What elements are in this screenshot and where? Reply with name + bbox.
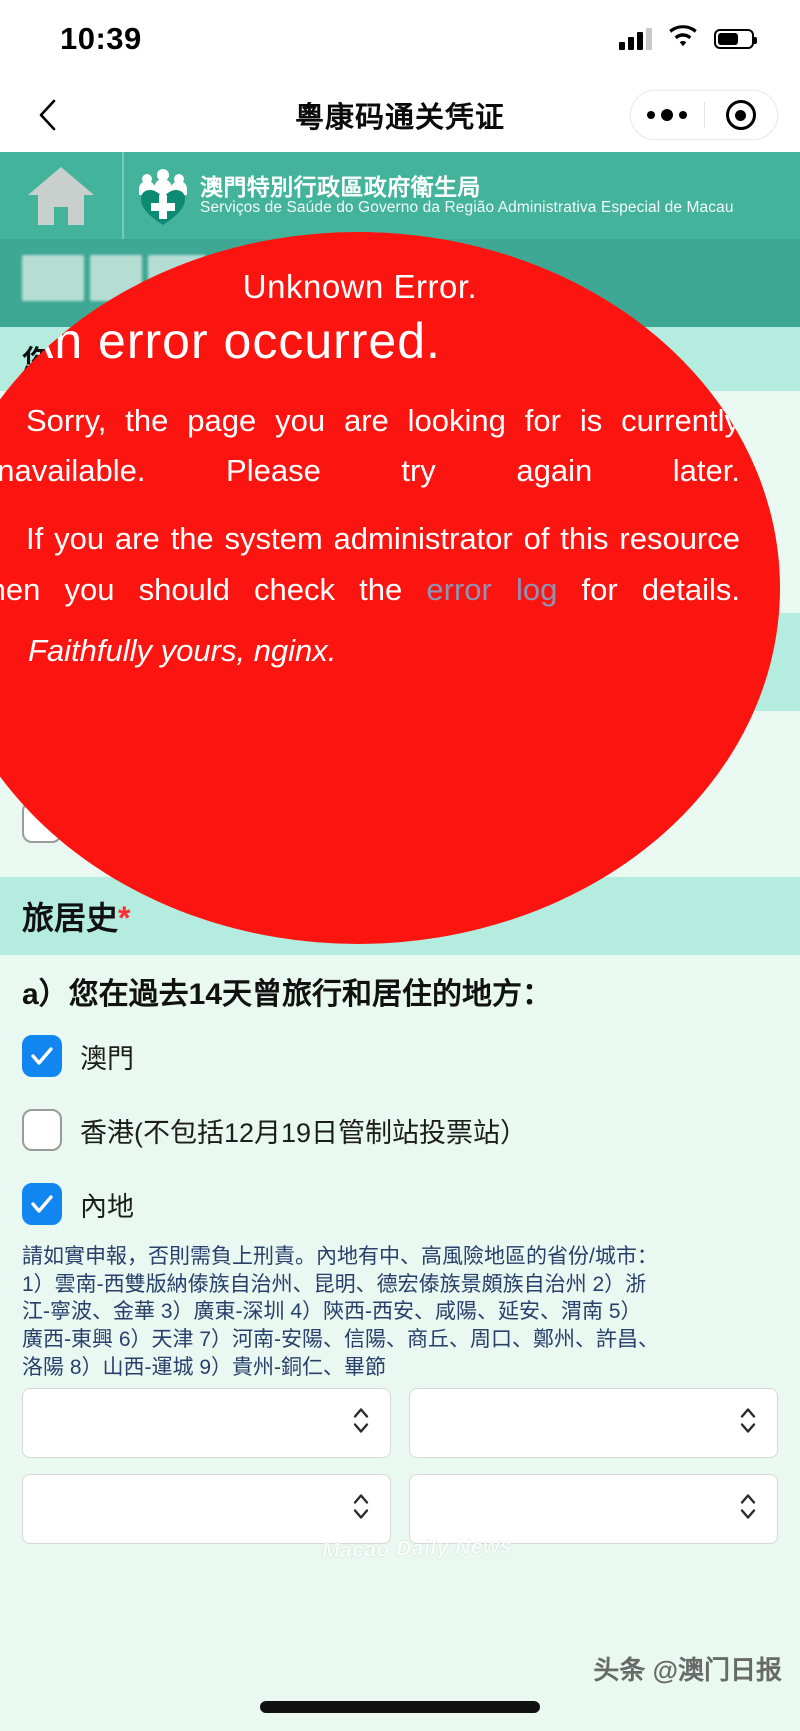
declaration-text: 請如實申報，否則需負上刑責。內地有中、高風險地區的省份/城市： 1）雲南-西雙版… [0,1241,800,1382]
declaration-line-3: 廣西-東興 6）天津 7）河南-安陽、信陽、商丘、周口、鄭州、許昌、 [22,1328,660,1352]
home-icon[interactable] [0,152,122,239]
brand-name-zh: 澳門特別行政區政府衛生局 [200,173,481,200]
city-select-2[interactable] [409,1473,778,1544]
brand-name-pt: Serviços de Saúde do Governo da Região A… [200,198,734,216]
mini-program-capsule [630,90,778,140]
brand-band: 澳門特別行政區政府衛生局 Serviços de Saúde do Govern… [0,152,800,239]
checkbox-checked-icon[interactable] [22,1183,62,1225]
chevron-updown-icon [739,1490,757,1527]
declaration-line-0: 請如實申報，否則需負上刑責。內地有中、高風險地區的省份/城市： [22,1245,658,1268]
status-time: 10:39 [60,21,142,56]
travel-option-macau-label: 澳門 [80,1043,134,1074]
status-icons [619,25,757,53]
phone-screen: 10:39 粵康码通关凭证 澳門特別行政區政府衛生局 Serviços de S… [0,0,800,1731]
nav-bar: 粵康码通关凭证 [0,78,800,152]
province-select-1[interactable] [22,1387,391,1458]
error-paragraph-1: Sorry, the page you are looking for is c… [0,403,740,489]
error-paragraph-2-tail: for details. [557,571,740,607]
health-bureau-shield-icon [132,167,194,225]
watermark-footer: 头条 @澳门日报 [593,1655,782,1685]
travel-option-macau[interactable]: 澳門 [0,1019,800,1093]
travel-option-mainland[interactable]: 內地 [0,1167,800,1241]
brand-divider [122,152,124,239]
home-indicator[interactable] [260,1701,540,1713]
travel-history-title: 旅居史 [22,900,119,936]
checkbox-unchecked-icon[interactable] [22,1109,62,1151]
chevron-updown-icon [352,1404,370,1441]
checkbox-checked-icon[interactable] [22,1035,62,1077]
travel-option-hongkong[interactable]: 香港(不包括12月19日管制站投票站） [0,1093,800,1167]
error-log-link[interactable]: error log [426,572,557,607]
declaration-line-2: 江-寧波、金華 3）廣東-深圳 4）陝西-西安、咸陽、延安、渭南 5） [22,1300,642,1324]
travel-subquestion: a）您在過去14天曾旅行和居住的地方： [22,978,553,1011]
chevron-updown-icon [739,1404,757,1441]
battery-icon [714,29,757,49]
city-select-1[interactable] [409,1387,778,1458]
travel-option-mainland-label: 內地 [80,1191,134,1222]
error-signature: Faithfully yours, nginx. [28,632,337,668]
travel-option-hongkong-label: 香港(不包括12月19日管制站投票站） [80,1117,528,1148]
status-bar: 10:39 [0,0,800,78]
chevron-left-icon[interactable] [24,91,72,139]
required-mark: * [118,900,131,936]
brand-text: 澳門特別行政區政府衛生局 Serviços de Saúde do Govern… [200,173,734,217]
location-selects [0,1382,800,1544]
more-options-icon[interactable] [631,109,704,121]
cellular-signal-icon [619,28,652,50]
province-select-2[interactable] [22,1473,391,1544]
chevron-updown-icon [352,1490,370,1527]
declaration-line-4: 洛陽 8）山西-運城 9）貴州-銅仁、畢節 [22,1355,387,1379]
declaration-line-1: 1）雲南-西雙版納傣族自治州、昆明、德宏傣族景頗族自治州 2）浙 [22,1272,647,1296]
wifi-icon [668,25,698,53]
error-paragraph-2: If you are the system administrator of t… [0,514,740,614]
close-target-icon[interactable] [705,100,778,130]
